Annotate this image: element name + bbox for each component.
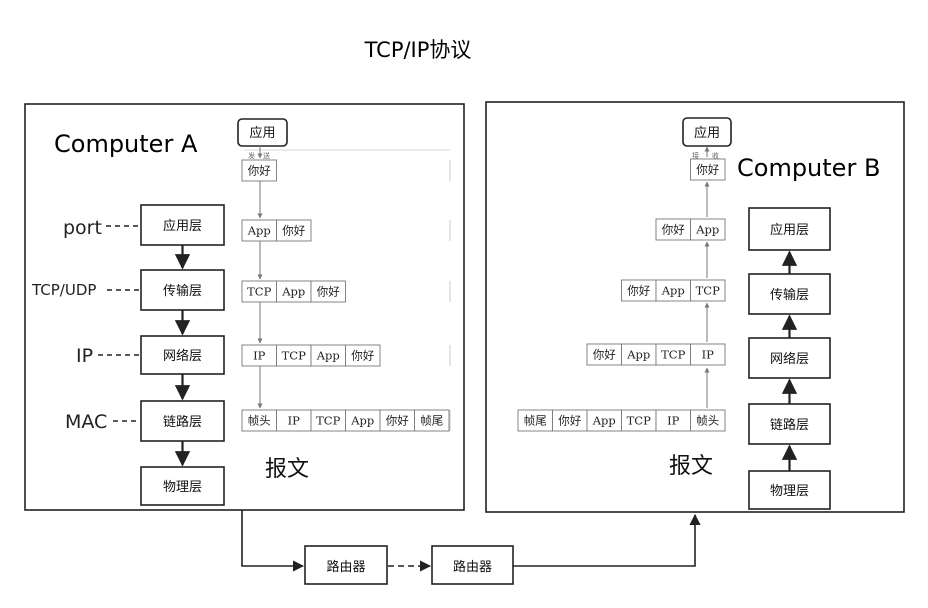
a-app-label: 应用	[249, 125, 275, 141]
packet-cell-text: IP	[702, 348, 715, 362]
packet-cell-text: 帧尾	[524, 414, 547, 428]
computer-a-side-labels: port TCP/UDP IP MAC	[31, 217, 140, 433]
a-report-label: 报文	[265, 457, 309, 482]
computer-b-decapsulation: 应用 接 收 你好你好 App你好 App TCP你好 App TCP IP帧尾 你好 App T…	[517, 117, 732, 479]
a-layer-physical: 物理层	[163, 480, 202, 495]
b-layer-transport: 传输层	[770, 287, 809, 303]
packet-cell-text: App	[350, 414, 374, 428]
computer-b-layer-stack: 应用层 传输层 网络层 链路层 物理层	[748, 207, 831, 510]
packet-cell-text: 你好	[317, 285, 340, 299]
a-layer-network: 网络层	[163, 348, 202, 364]
side-label-port: port	[63, 217, 102, 239]
packet-cell-text: App	[592, 414, 616, 428]
side-label-ip: IP	[76, 345, 93, 367]
a-layer-transport: 传输层	[163, 283, 202, 299]
packet-cell-text: TCP	[282, 349, 306, 363]
diagram-title: TCP/IP协议	[364, 38, 472, 62]
packet-cell-text: 帧尾	[420, 414, 443, 428]
packet-cell-text: 你好	[662, 223, 685, 237]
packet-cell-text: 你好	[627, 284, 650, 298]
packet-cell-text: TCP	[696, 284, 720, 298]
path-router-to-b	[513, 513, 701, 567]
b-layer-network: 网络层	[770, 351, 809, 367]
packet-cell-text: 你好	[282, 224, 305, 238]
packet-cell-text: 你好	[386, 414, 409, 428]
packet-cell-text: TCP	[247, 285, 271, 299]
router-label: 路由器	[326, 559, 365, 575]
packet-cell-text: 你好	[248, 164, 271, 178]
packet-cell-text: 你好	[558, 414, 581, 428]
packet-cell-text: App	[247, 224, 271, 238]
packet-cell-text: IP	[667, 414, 680, 428]
packet-cell-text: 你好	[696, 163, 719, 177]
b-layer-link: 链路层	[770, 417, 809, 433]
a-send-char: 发	[248, 151, 255, 160]
network-path: 路由器 路由器	[241, 510, 701, 585]
side-label-mac: MAC	[65, 411, 107, 433]
tcp-ip-diagram: TCP/IP协议 Computer A Computer B 应用层 传输层 网…	[24, 38, 905, 585]
packet-cell-text: App	[695, 223, 719, 237]
packet-cell-text: IP	[288, 414, 301, 428]
path-a-to-router	[241, 510, 305, 572]
packet-cell-text: 帧头	[696, 414, 719, 428]
b-layer-application: 应用层	[770, 222, 809, 238]
computer-a-layer-stack: 应用层 传输层 网络层 链路层 物理层	[140, 204, 225, 506]
b-report-label: 报文	[669, 454, 713, 479]
a-send-char: 送	[263, 151, 270, 160]
packet-cell-text: App	[626, 348, 650, 362]
a-layer-link: 链路层	[163, 414, 202, 430]
b-layer-physical: 物理层	[770, 484, 809, 499]
packet-cell-text: App	[316, 349, 340, 363]
computer-a-name: Computer A	[54, 130, 198, 158]
packet-cell-text: App	[281, 285, 305, 299]
packet-cell-text: TCP	[661, 348, 685, 362]
packet-cell-text: IP	[253, 349, 266, 363]
packet-cell-text: 帧头	[248, 414, 271, 428]
b-app-label: 应用	[694, 125, 720, 141]
packet-cell-text: 你好	[351, 349, 374, 363]
packet-cell-text: TCP	[627, 414, 651, 428]
packet-cell-text: TCP	[316, 414, 340, 428]
side-label-tcp-udp: TCP/UDP	[31, 281, 96, 299]
a-layer-application: 应用层	[163, 218, 202, 234]
computer-a-encapsulation: 应用 发 送 你好App 你好TCP App 你好IP TCP App 你好帧头 IP TCP A…	[237, 118, 451, 482]
computer-b-name: Computer B	[737, 154, 880, 182]
router-label: 路由器	[453, 559, 492, 575]
packet-cell-text: App	[661, 284, 685, 298]
packet-cell-text: 你好	[593, 348, 616, 362]
